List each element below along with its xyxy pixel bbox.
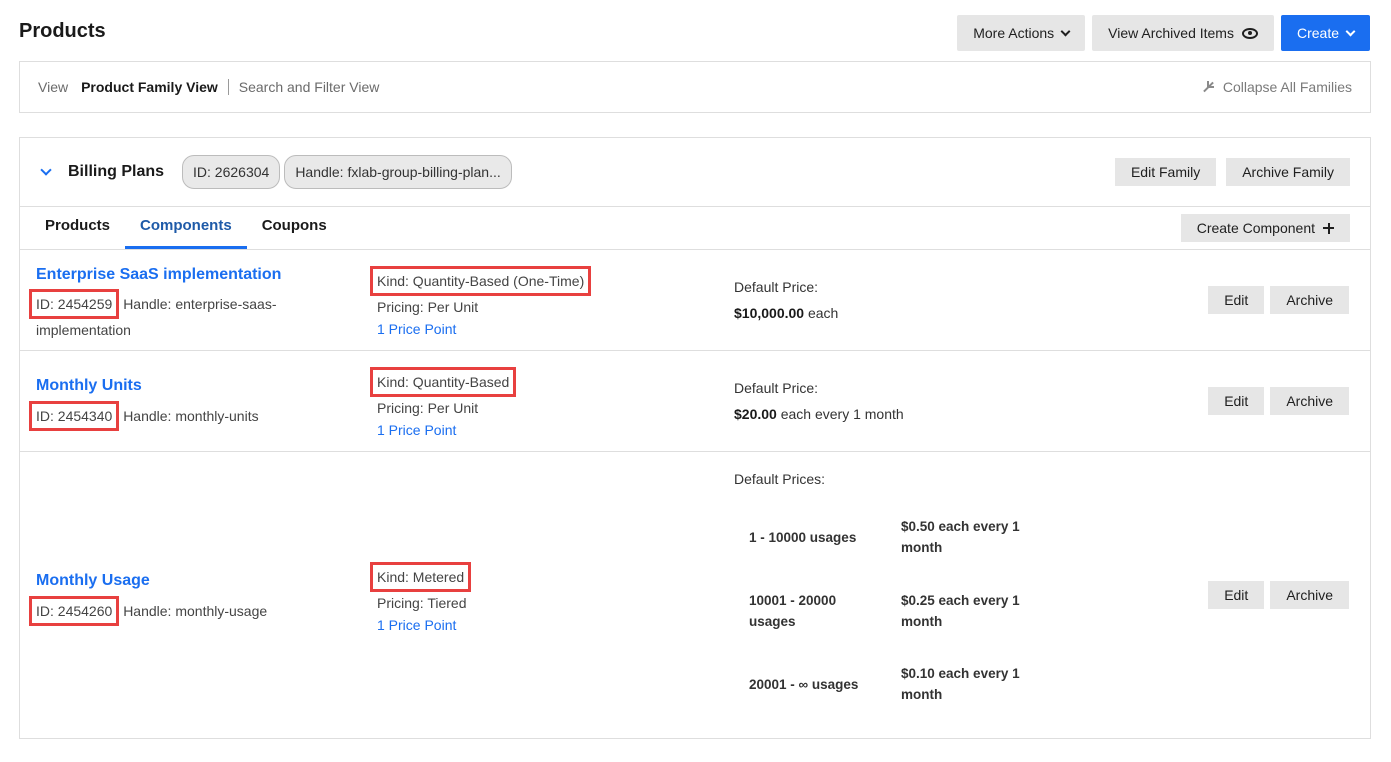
page-title: Products [19,20,106,42]
archive-button[interactable]: Archive [1270,581,1349,609]
chevron-down-icon[interactable] [40,164,52,176]
tier-price: $0.25 each every 1 month [901,590,1020,632]
tab-components[interactable]: Components [125,217,247,249]
edit-button[interactable]: Edit [1208,286,1265,314]
component-handle: Handle: monthly-usage [123,603,268,619]
tier-range-text: 20001 - ∞ usages [749,677,859,692]
chevron-down-icon [1060,26,1071,36]
row-actions: Edit Archive [1208,581,1349,609]
component-pricing: Pricing: Per Unit [377,299,479,315]
component-kind: Kind: Quantity-Based (One-Time) [370,266,592,296]
component-row: Monthly Units ID: 2454340 Handle: monthl… [20,351,1370,452]
create-component-button[interactable]: Create Component [1180,214,1350,242]
family-id-pill: ID: 2626304 [182,155,281,189]
default-price: Default Price: $20.00 each every 1 month [734,375,904,427]
default-price-suffix: each [807,305,839,321]
component-handle-cont: implementation [36,322,131,338]
tier-range-text: 10001 - 20000 [749,593,837,608]
default-price-amount: $10,000.00 [734,305,805,321]
tab-coupons[interactable]: Coupons [247,217,342,249]
view-bar: View Product Family View Search and Filt… [19,61,1371,113]
tier-price-text-cont: month [901,540,943,555]
tier-price: $0.10 each every 1 month [901,663,1020,705]
eye-icon [1241,27,1258,39]
view-archived-label: View Archived Items [1108,25,1234,41]
tier-price-text-cont: month [901,687,943,702]
component-row: Monthly Usage ID: 2454260 Handle: monthl… [20,452,1370,738]
more-actions-button[interactable]: More Actions [957,15,1086,51]
create-button[interactable]: Create [1280,15,1370,51]
row-actions: Edit Archive [1208,286,1349,314]
tier-price-text: $0.25 each every 1 [901,593,1020,608]
component-handle: Handle: monthly-units [123,408,259,424]
component-meta: ID: 2454260 Handle: monthly-usage [29,596,336,626]
edit-button[interactable]: Edit [1208,581,1265,609]
top-actions: More Actions View Archived Items Create [957,15,1370,51]
component-kind-col: Kind: Quantity-Based Pricing: Per Unit 1… [370,367,517,441]
component-id: ID: 2454340 [29,401,120,431]
product-family-card: Billing Plans ID: 2626304 Handle: fxlab-… [19,137,1371,739]
chevron-down-icon [1345,26,1356,36]
product-family-view-link[interactable]: Product Family View [81,79,218,95]
archive-button[interactable]: Archive [1270,387,1349,415]
default-price-amount: $20.00 [734,406,777,422]
more-actions-label: More Actions [973,25,1055,41]
create-label: Create [1296,25,1339,41]
tier-range: 20001 - ∞ usages [749,674,858,695]
default-price-label: Default Price: [734,279,819,295]
default-price: Default Price: $10,000.00 each [734,274,838,326]
collapse-icon [1201,80,1215,94]
archive-family-button[interactable]: Archive Family [1226,158,1350,186]
tier-price-text: $0.50 each every 1 [901,519,1020,534]
component-kind: Kind: Metered [370,562,472,592]
tier-range-text-cont: usages [749,614,796,629]
collapse-all-label: Collapse All Families [1222,79,1352,95]
family-header: Billing Plans ID: 2626304 Handle: fxlab-… [20,138,1370,207]
component-row: Enterprise SaaS implementation ID: 24542… [20,250,1370,351]
view-archived-button[interactable]: View Archived Items [1092,15,1274,51]
component-kind: Kind: Quantity-Based [370,367,517,397]
row-actions: Edit Archive [1208,387,1349,415]
component-pricing: Pricing: Tiered [377,595,467,611]
component-id: ID: 2454259 [29,289,120,319]
component-meta: ID: 2454340 Handle: monthly-units [29,401,336,431]
tier-range-text: 1 - 10000 usages [749,530,857,545]
component-meta: ID: 2454259 Handle: enterprise-saas- imp… [29,289,336,341]
tab-products[interactable]: Products [30,217,125,249]
component-handle: Handle: enterprise-saas- [123,296,277,312]
family-actions: Edit Family Archive Family [1114,158,1350,186]
default-prices-label: Default Prices: [734,471,826,487]
family-tabs: Products Components Coupons Create Compo… [20,207,1370,250]
tier-price-text-cont: month [901,614,943,629]
plus-icon [1323,222,1334,234]
component-name-link[interactable]: Monthly Usage [36,572,150,590]
component-kind-col: Kind: Metered Pricing: Tiered 1 Price Po… [370,562,472,636]
collapse-all-families-button[interactable]: Collapse All Families [1201,79,1352,95]
default-price-label: Default Price: [734,380,819,396]
component-id: ID: 2454260 [29,596,120,626]
price-points-link[interactable]: 1 Price Point [377,422,456,438]
edit-button[interactable]: Edit [1208,387,1265,415]
component-name-link[interactable]: Enterprise SaaS implementation [36,266,281,284]
tier-range: 1 - 10000 usages [749,527,856,548]
tier-price: $0.50 each every 1 month [901,516,1020,558]
tier-price-text: $0.10 each every 1 [901,666,1020,681]
component-name-link[interactable]: Monthly Units [36,377,142,395]
component-kind-col: Kind: Quantity-Based (One-Time) Pricing:… [370,266,592,340]
family-name: Billing Plans [68,163,165,180]
family-handle-pill: Handle: fxlab-group-billing-plan... [284,155,512,189]
component-pricing: Pricing: Per Unit [377,400,479,416]
price-points-link[interactable]: 1 Price Point [377,321,456,337]
edit-family-button[interactable]: Edit Family [1114,158,1217,186]
tier-range: 10001 - 20000 usages [749,590,836,632]
create-component-label: Create Component [1196,220,1315,236]
default-price-suffix: each every 1 month [780,406,904,422]
view-separator [227,79,229,95]
search-filter-view-link[interactable]: Search and Filter View [239,79,380,95]
price-points-link[interactable]: 1 Price Point [377,617,456,633]
view-label: View [38,79,69,95]
archive-button[interactable]: Archive [1270,286,1349,314]
